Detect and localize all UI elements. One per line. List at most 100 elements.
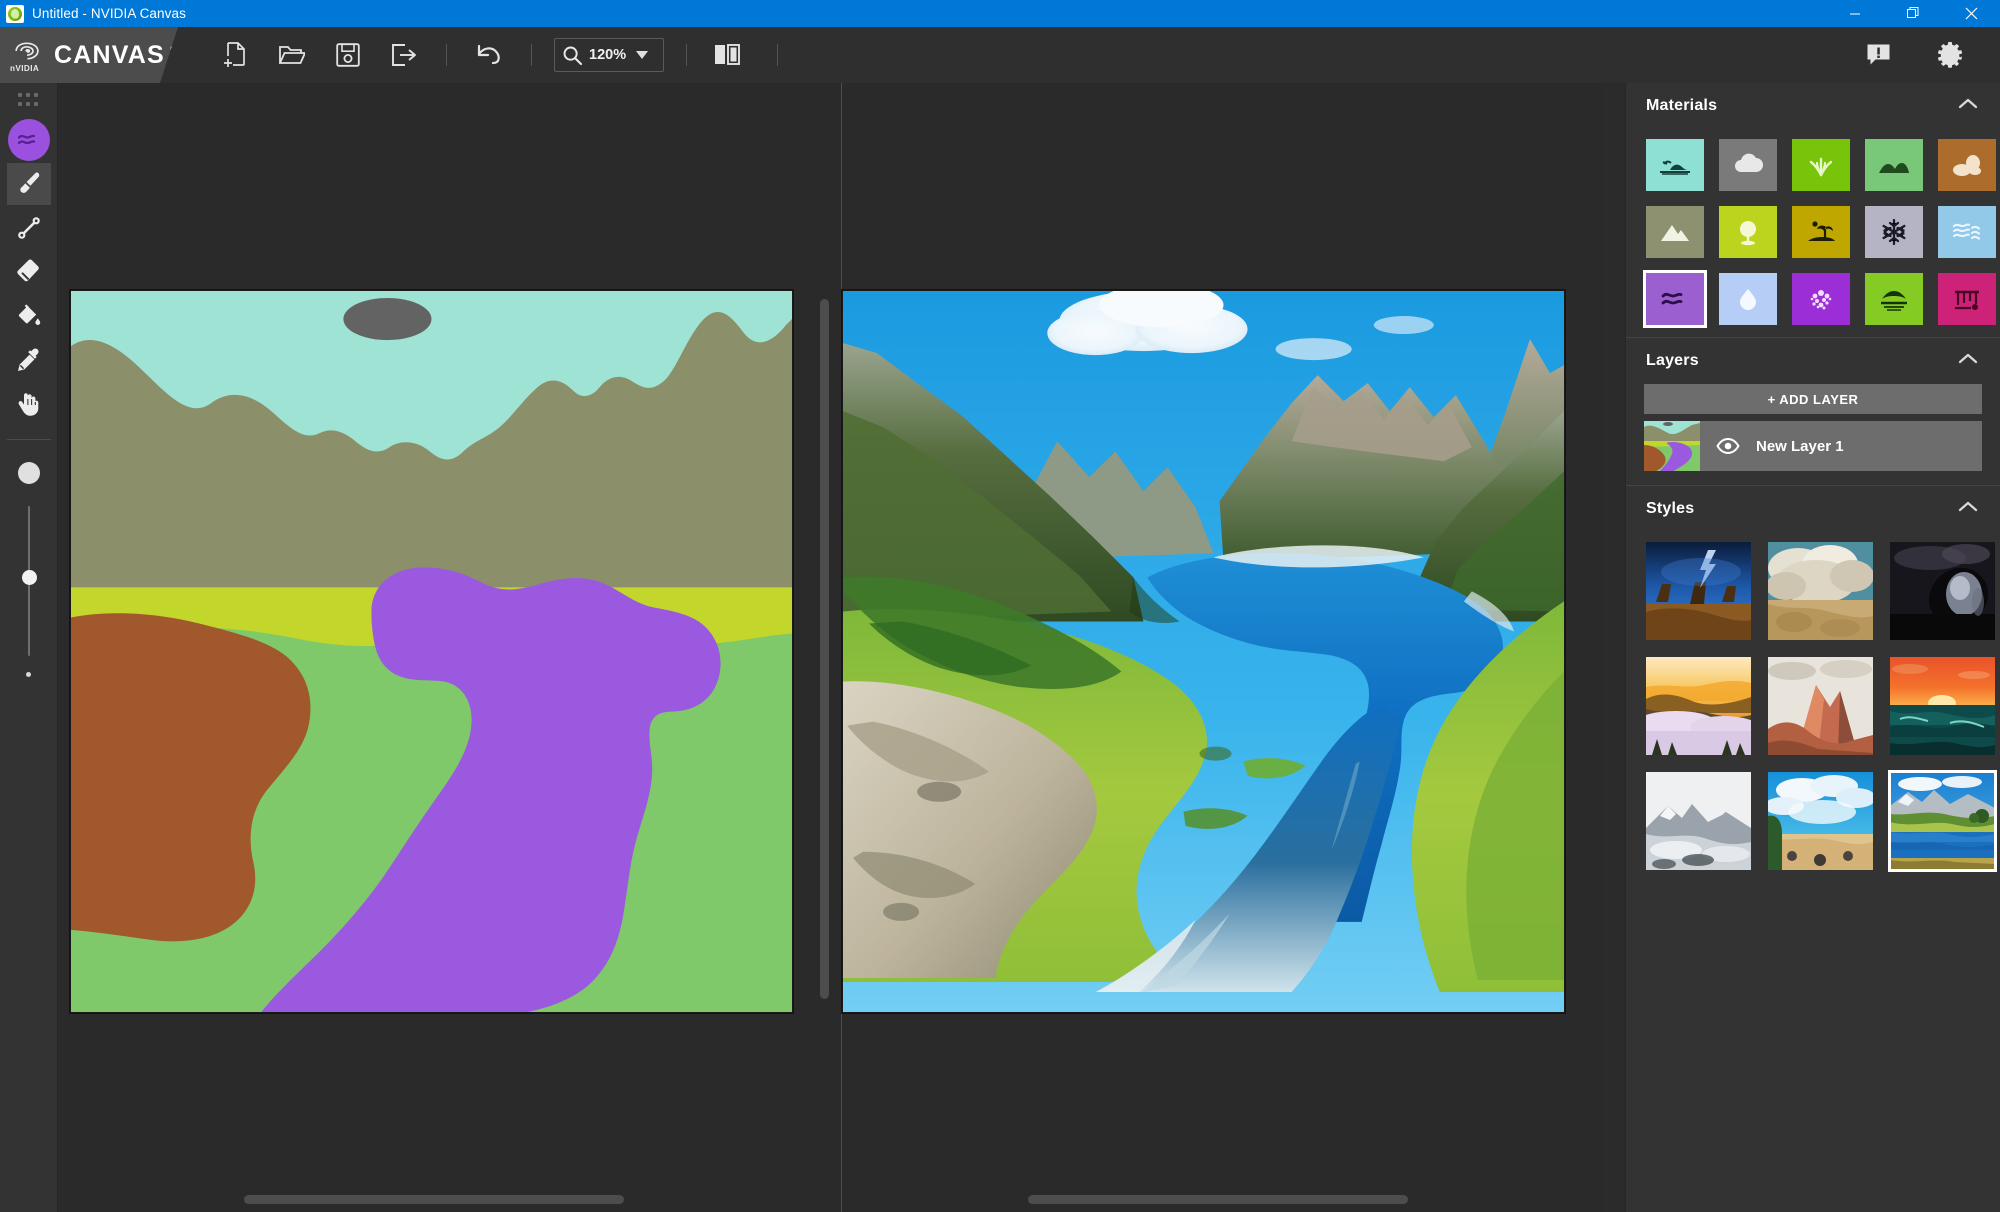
toolbar-right-group [1842,27,1986,83]
toolbar-separator-4 [777,44,778,66]
slider-knob[interactable] [21,570,37,585]
hill-icon [1877,150,1911,180]
tool-brush[interactable] [6,163,51,205]
style-tropical-beach[interactable] [1768,772,1873,870]
water-wave-icon [1658,284,1692,314]
material-sea[interactable] [1938,206,1996,258]
style-night-cave[interactable] [1890,542,1995,640]
chevron-up-icon[interactable] [1958,97,1978,115]
grass-icon [1804,150,1838,180]
tool-eyedropper[interactable] [7,339,51,381]
material-mountain[interactable] [1646,206,1704,258]
add-layer-button[interactable]: + ADD LAYER [1644,384,1982,414]
flowers-icon [1804,284,1838,314]
material-water[interactable] [1643,270,1707,328]
bush-icon [1731,217,1765,247]
material-ruins[interactable] [1938,273,1996,325]
style-storm-clouds[interactable] [1768,542,1873,640]
current-material-swatch[interactable] [7,119,50,161]
window-title: Untitled - NVIDIA Canvas [32,6,186,21]
undo-button[interactable] [467,35,511,75]
snowflake-icon [1877,217,1911,247]
file-tools-group: 120% [208,35,792,75]
material-fog[interactable] [1719,273,1777,325]
eye-icon[interactable] [1716,438,1740,454]
open-file-button[interactable] [270,35,314,75]
settings-button[interactable] [1928,35,1972,75]
style-monochrome-peaks[interactable] [1646,772,1751,870]
material-mud[interactable] [1865,273,1923,325]
style-ocean-sunset[interactable] [1890,657,1995,755]
material-cliff[interactable] [1646,139,1704,191]
styles-section-header[interactable]: Styles [1626,486,2000,532]
segmentation-canvas[interactable] [70,290,793,1013]
segmentation-pane [58,83,841,1212]
chevron-up-icon[interactable] [1958,500,1978,518]
materials-section-header[interactable]: Materials [1626,83,2000,129]
layer-thumbnail [1644,421,1700,471]
material-rock[interactable] [1938,139,1996,191]
minimize-button[interactable] [1826,0,1884,27]
output-horizontal-scrollbar[interactable] [1028,1195,1408,1204]
material-cloud[interactable] [1719,139,1777,191]
magnifier-icon [563,46,582,65]
canvas-workarea [58,83,1603,1212]
material-bush[interactable] [1719,206,1777,258]
new-file-button[interactable] [214,35,258,75]
styles-title: Styles [1646,500,1695,517]
zoom-control[interactable]: 120% [554,38,664,72]
sea-waves-icon [1950,217,1984,247]
rendered-output-canvas[interactable] [842,290,1565,1013]
brand-block: nVIDIA CANVAS BETA [0,27,178,83]
split-view-button[interactable] [705,35,749,75]
main-toolbar: nVIDIA CANVAS BETA 120% [0,27,2000,83]
min-size-dot [26,672,31,677]
nvidia-wordmark: nVIDIA [10,64,40,73]
tool-fill[interactable] [7,295,51,337]
segmentation-vertical-scrollbar[interactable] [820,299,829,999]
materials-title: Materials [1646,97,1718,114]
nvidia-logo: nVIDIA [8,37,44,73]
tool-pan[interactable] [7,383,51,425]
layers-title: Layers [1646,352,1699,369]
material-grass[interactable] [1792,139,1850,191]
sand-palm-icon [1804,217,1838,247]
brush-size-preview [17,462,40,484]
rail-divider [6,439,51,440]
layer-row[interactable]: New Layer 1 [1644,421,1982,471]
restore-button[interactable] [1884,0,1942,27]
material-flowers[interactable] [1792,273,1850,325]
segmentation-horizontal-scrollbar[interactable] [244,1195,624,1204]
droplet-icon [1731,284,1765,314]
material-sand[interactable] [1792,206,1850,258]
zoom-level-value: 120% [589,47,627,63]
water-wave-icon [17,134,35,145]
toolbar-separator-3 [686,44,687,66]
toolbar-separator-2 [531,44,532,66]
feedback-button[interactable] [1856,35,1900,75]
cloud-icon [1731,150,1765,180]
material-snow[interactable] [1865,206,1923,258]
cliff-icon [1658,150,1692,180]
material-hill[interactable] [1865,139,1923,191]
mud-hill-icon [1877,284,1911,314]
style-red-rock-peak[interactable] [1768,657,1873,755]
style-desert-lightning[interactable] [1646,542,1751,640]
style-alpine-lake[interactable] [1888,770,1997,872]
save-button[interactable] [326,35,370,75]
beta-tag: BETA [169,44,202,57]
brush-size-slider[interactable] [21,506,37,656]
chevron-down-icon[interactable] [636,51,649,59]
style-golden-fog[interactable] [1646,657,1751,755]
materials-grid [1626,129,2000,337]
chevron-up-icon[interactable] [1958,352,1978,370]
mountain-icon [1658,217,1692,247]
ruins-icon [1950,284,1984,314]
layers-section-header[interactable]: Layers [1626,338,2000,384]
export-button[interactable] [382,35,426,75]
layers-list: + ADD LAYER New Layer 1 [1626,384,2000,485]
grid-dots-icon[interactable] [17,93,40,108]
tool-eraser[interactable] [7,251,51,293]
close-button[interactable] [1942,0,2000,27]
tool-line[interactable] [7,207,51,249]
